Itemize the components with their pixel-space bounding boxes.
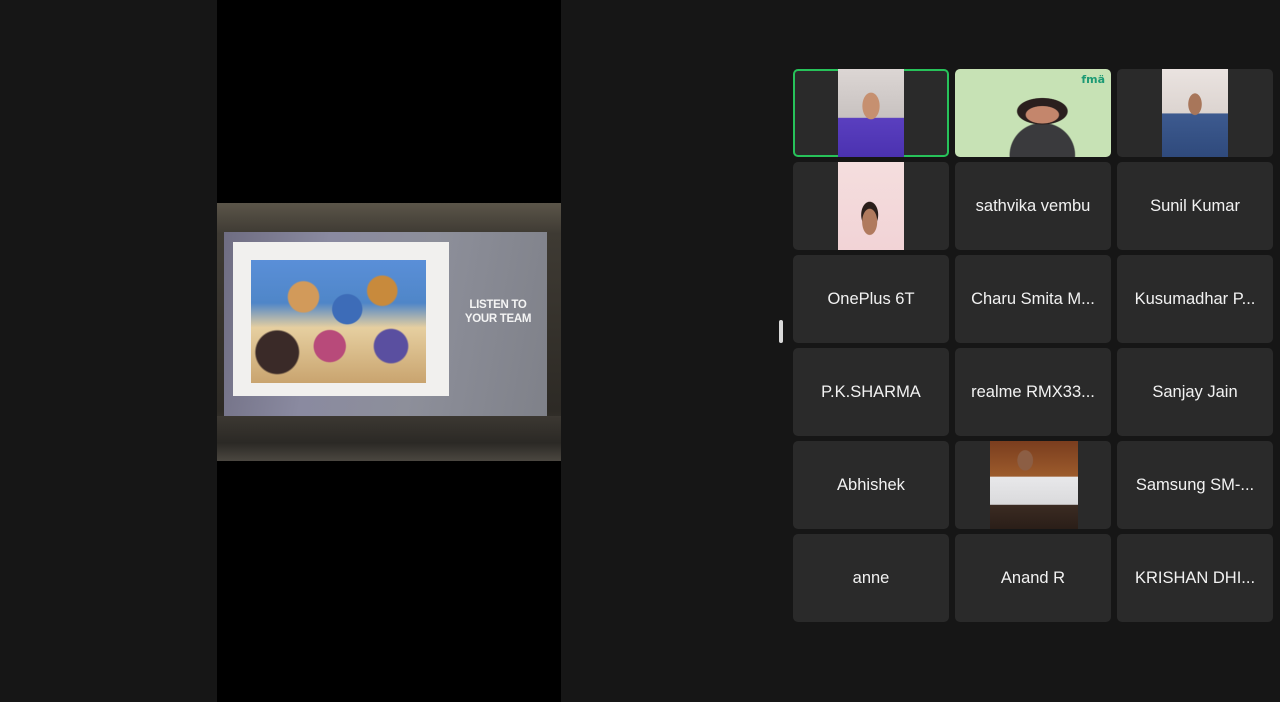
participant-tile[interactable]: Abhishek xyxy=(793,441,949,529)
meeting-window: LISTEN TO YOUR TEAM fmä sathvika vembu S… xyxy=(0,0,1280,702)
participant-tile[interactable]: fmä xyxy=(955,69,1111,157)
slide-title: LISTEN TO YOUR TEAM xyxy=(454,298,542,326)
participant-name: Anand R xyxy=(1000,568,1066,587)
participant-name: Charu Smita M... xyxy=(971,289,1095,308)
participant-video xyxy=(838,69,904,157)
participant-name: OnePlus 6T xyxy=(827,289,915,308)
participant-tile[interactable] xyxy=(793,69,949,157)
participant-video xyxy=(838,162,904,250)
participant-name: realme RMX33... xyxy=(971,382,1095,401)
participant-video xyxy=(990,441,1078,529)
participant-tile[interactable]: Anand R xyxy=(955,534,1111,622)
participant-tile[interactable] xyxy=(793,162,949,250)
participant-tile[interactable]: Kusumadhar P... xyxy=(1117,255,1273,343)
participant-tile[interactable] xyxy=(1117,69,1273,157)
participant-name: P.K.SHARMA xyxy=(821,382,921,401)
participant-name: sathvika vembu xyxy=(975,196,1091,215)
participant-name: Kusumadhar P... xyxy=(1134,289,1256,308)
participant-gallery: fmä sathvika vembu Sunil Kumar OnePlus 6… xyxy=(793,69,1273,622)
presentation-slide: LISTEN TO YOUR TEAM xyxy=(224,232,547,416)
participant-name: Sanjay Jain xyxy=(1152,382,1238,401)
shared-screen-video: LISTEN TO YOUR TEAM xyxy=(217,203,561,461)
participant-tile[interactable]: Charu Smita M... xyxy=(955,255,1111,343)
shared-screen-view[interactable]: LISTEN TO YOUR TEAM xyxy=(217,0,561,702)
participant-tile[interactable]: sathvika vembu xyxy=(955,162,1111,250)
participant-name: Sunil Kumar xyxy=(1150,196,1240,215)
participant-name: Abhishek xyxy=(837,475,905,494)
participant-name: Samsung SM-... xyxy=(1135,475,1255,494)
participant-name: KRISHAN DHI... xyxy=(1134,568,1256,587)
participant-tile[interactable]: Sanjay Jain xyxy=(1117,348,1273,436)
participant-tile[interactable]: Sunil Kumar xyxy=(1117,162,1273,250)
participant-tile[interactable]: realme RMX33... xyxy=(955,348,1111,436)
participant-tile[interactable] xyxy=(955,441,1111,529)
slide-photo-frame xyxy=(233,242,449,396)
participant-tile[interactable]: Samsung SM-... xyxy=(1117,441,1273,529)
slide-title-line-1: LISTEN TO xyxy=(469,299,527,311)
slide-painting-image xyxy=(251,260,426,383)
slide-title-line-2: YOUR TEAM xyxy=(464,313,532,325)
resize-handle[interactable] xyxy=(779,320,783,343)
fma-logo: fmä xyxy=(1081,73,1105,86)
participant-name: anne xyxy=(852,568,890,587)
participant-tile[interactable]: anne xyxy=(793,534,949,622)
participant-tile[interactable]: OnePlus 6T xyxy=(793,255,949,343)
monitor-bezel xyxy=(217,416,561,461)
participant-video xyxy=(1162,69,1228,157)
participant-tile[interactable]: KRISHAN DHI... xyxy=(1117,534,1273,622)
participant-tile[interactable]: P.K.SHARMA xyxy=(793,348,949,436)
